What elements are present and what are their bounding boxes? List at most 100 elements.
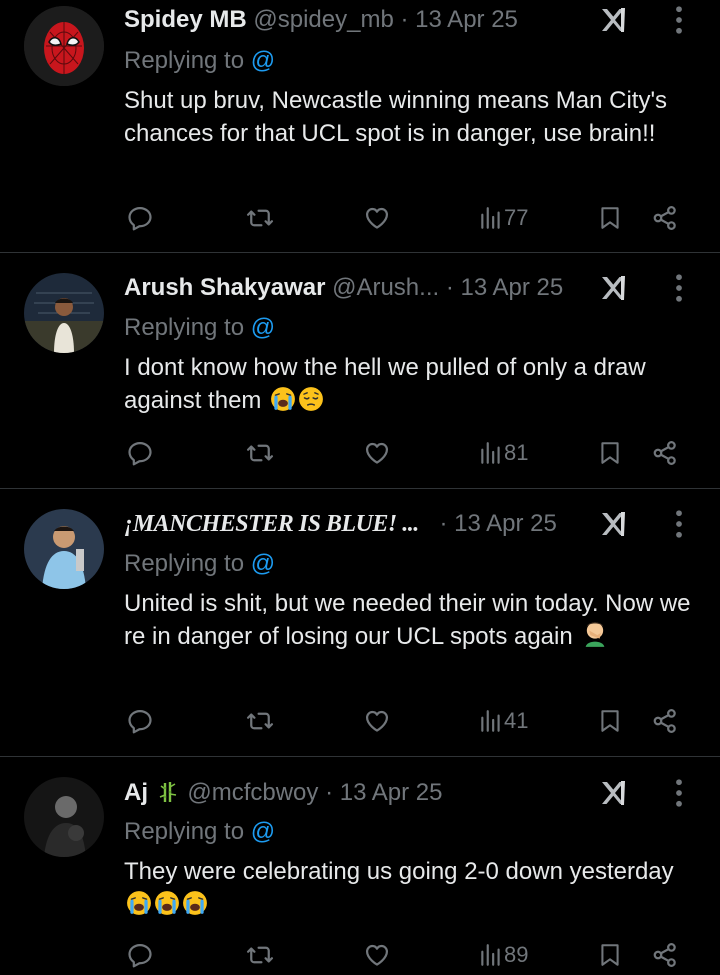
avatar[interactable] — [24, 273, 104, 353]
avatar[interactable] — [24, 509, 104, 589]
share-button[interactable] — [651, 935, 679, 975]
replying-to: Replying to @ — [124, 311, 275, 345]
timestamp[interactable]: 13 Apr 25 — [461, 274, 564, 301]
more-icon[interactable] — [664, 506, 694, 542]
bamboo-emoji — [157, 780, 181, 804]
bookmark-icon — [597, 707, 623, 735]
views-icon — [478, 205, 504, 231]
views-button[interactable]: 89 — [478, 935, 528, 975]
views-button[interactable]: 77 — [478, 198, 528, 238]
action-bar: 81 — [0, 433, 720, 473]
share-button[interactable] — [651, 701, 679, 741]
views-button[interactable]: 41 — [478, 701, 528, 741]
crying-face-emoji — [126, 890, 152, 916]
spiderman-avatar-image — [24, 6, 104, 86]
repost-button[interactable] — [245, 433, 275, 473]
like-icon — [363, 707, 391, 735]
mention-link[interactable]: @ — [251, 550, 275, 577]
share-icon — [651, 439, 679, 467]
user-handle[interactable]: @Arush... — [332, 274, 439, 301]
grok-icon[interactable] — [596, 270, 632, 306]
share-icon — [651, 204, 679, 232]
tweet-text: They were celebrating us going 2-0 down … — [124, 855, 704, 921]
views-count: 41 — [504, 708, 529, 733]
timestamp[interactable]: 13 Apr 25 — [415, 6, 518, 33]
tweet-1[interactable]: Spidey MB @spidey_mb · 13 Apr 25 Replyin… — [0, 0, 720, 252]
replying-to: Replying to @ — [124, 547, 275, 581]
avatar[interactable] — [24, 6, 104, 86]
more-icon[interactable] — [664, 2, 694, 38]
reply-button[interactable] — [126, 701, 154, 741]
replying-to-label: Replying to — [124, 818, 245, 845]
like-button[interactable] — [363, 935, 391, 975]
mention-link[interactable]: @ — [251, 47, 275, 74]
tweet-header: Aj @mcfcbwoy · 13 Apr 25 — [124, 775, 590, 811]
timestamp[interactable]: 13 Apr 25 — [340, 779, 443, 806]
separator-dot: · — [325, 779, 334, 806]
tweet-4[interactable]: Aj @mcfcbwoy · 13 Apr 25 Replying to @ T… — [0, 757, 720, 974]
more-icon[interactable] — [664, 775, 694, 811]
reply-icon — [126, 707, 154, 735]
reply-button[interactable] — [126, 433, 154, 473]
avatar[interactable] — [24, 777, 104, 857]
display-name[interactable]: Arush Shakyawar — [124, 274, 325, 301]
repost-button[interactable] — [245, 198, 275, 238]
separator-dot: · — [400, 6, 409, 33]
bookmark-icon — [597, 941, 623, 969]
tweet-2[interactable]: Arush Shakyawar @Arush... · 13 Apr 25 Re… — [0, 253, 720, 487]
bookmark-icon — [597, 439, 623, 467]
repost-button[interactable] — [245, 935, 275, 975]
crying-face-emoji — [154, 890, 180, 916]
timestamp[interactable]: 13 Apr 25 — [454, 510, 557, 537]
user-handle[interactable]: @mcfcbwoy — [187, 779, 318, 806]
grok-icon[interactable] — [596, 775, 632, 811]
user-handle[interactable]: @spidey_mb — [253, 6, 393, 33]
bookmark-button[interactable] — [597, 433, 623, 473]
reply-icon — [126, 439, 154, 467]
views-button[interactable]: 81 — [478, 433, 528, 473]
views-icon — [478, 942, 504, 968]
reply-button[interactable] — [126, 198, 154, 238]
bookmark-button[interactable] — [597, 935, 623, 975]
user-photo-avatar — [24, 273, 104, 353]
action-bar: 89 — [0, 935, 720, 975]
facepalm-emoji — [581, 620, 609, 648]
mention-link[interactable]: @ — [251, 314, 275, 341]
reply-icon — [126, 941, 154, 969]
repost-button[interactable] — [245, 701, 275, 741]
display-name[interactable]: ¡MANCHESTER IS BLUE! ... — [124, 511, 419, 537]
views-icon — [478, 440, 504, 466]
tweet-header: Spidey MB @spidey_mb · 13 Apr 25 — [124, 2, 590, 38]
tweet-3[interactable]: ¡MANCHESTER IS BLUE! ... · 13 Apr 25 Rep… — [0, 489, 720, 755]
bookmark-button[interactable] — [597, 198, 623, 238]
replying-to-label: Replying to — [124, 314, 245, 341]
share-button[interactable] — [651, 198, 679, 238]
replying-to: Replying to @ — [124, 44, 275, 78]
reply-button[interactable] — [126, 935, 154, 975]
mention-link[interactable]: @ — [251, 818, 275, 845]
like-button[interactable] — [363, 198, 391, 238]
views-icon — [478, 708, 504, 734]
more-icon[interactable] — [664, 270, 694, 306]
tweet-header: Arush Shakyawar @Arush... · 13 Apr 25 — [124, 270, 590, 306]
replying-to-label: Replying to — [124, 47, 245, 74]
tweet-header: ¡MANCHESTER IS BLUE! ... · 13 Apr 25 — [124, 506, 590, 542]
grok-icon[interactable] — [596, 2, 632, 38]
like-button[interactable] — [363, 701, 391, 741]
tweet-text: I dont know how the hell we pulled of on… — [124, 351, 704, 417]
tweet-text: Shut up bruv, Newcastle winning means Ma… — [124, 87, 668, 147]
display-name[interactable]: Spidey MB — [124, 6, 247, 33]
tweet-text: United is shit, but we needed their win … — [124, 587, 704, 653]
crying-face-emoji — [270, 386, 296, 412]
views-count: 77 — [504, 205, 529, 230]
like-button[interactable] — [363, 433, 391, 473]
grok-icon[interactable] — [596, 506, 632, 542]
share-button[interactable] — [651, 433, 679, 473]
display-name[interactable]: Aj — [124, 779, 148, 806]
repost-icon — [245, 204, 275, 232]
like-icon — [363, 941, 391, 969]
separator-dot: · — [445, 274, 454, 301]
pensive-face-emoji — [298, 386, 324, 412]
bookmark-button[interactable] — [597, 701, 623, 741]
like-icon — [363, 204, 391, 232]
